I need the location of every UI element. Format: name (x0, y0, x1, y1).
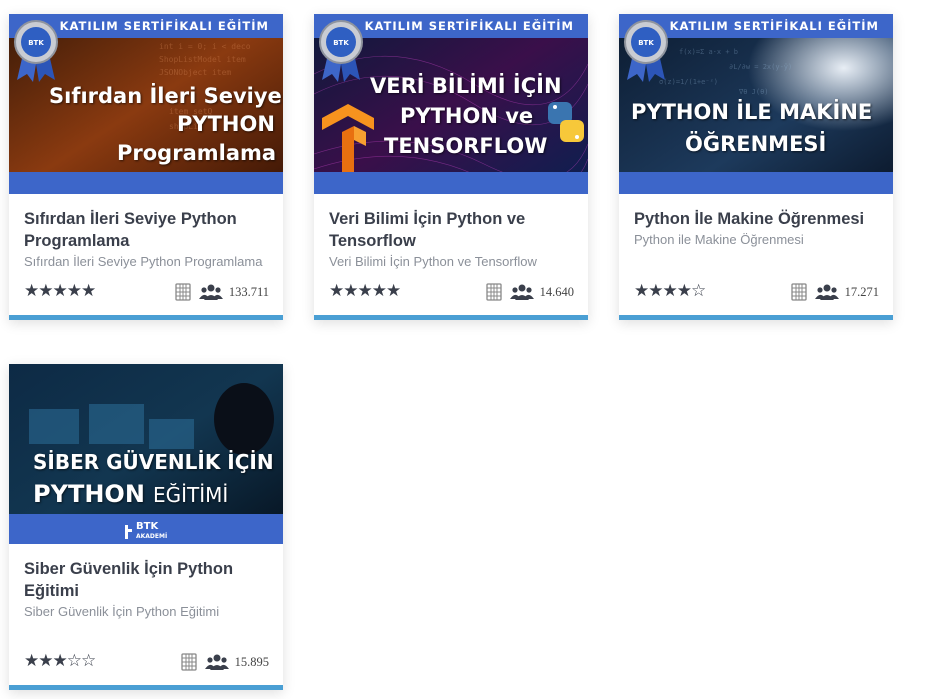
course-card[interactable]: int i = 0; i < deco ShopListModel item J… (9, 14, 283, 320)
svg-text:int i = 0; i < deco: int i = 0; i < deco (159, 42, 251, 51)
thumbnail-line-3: EĞİTİMİ (153, 483, 229, 507)
svg-text:f(x)=Σ a·x + b: f(x)=Σ a·x + b (679, 48, 738, 56)
svg-text:∂L/∂w = 2x(y-ŷ): ∂L/∂w = 2x(y-ŷ) (729, 63, 792, 71)
rating-stars: ★★★★★ (24, 281, 96, 300)
course-card[interactable]: SİBER GÜVENLİK İÇİN PYTHON EĞİTİMİ BTK A… (9, 364, 283, 690)
users-icon (509, 284, 534, 300)
course-card[interactable]: f(x)=Σ a·x + b ∂L/∂w = 2x(y-ŷ) σ(z)=1/(1+… (619, 14, 893, 320)
rating-stars: ★★★★☆ (634, 281, 706, 300)
course-title[interactable]: Sıfırdan İleri Seviye Python Programlama (24, 208, 269, 252)
thumbnail-line-1: Sıfırdan İleri Seviye (49, 84, 282, 108)
course-thumbnail[interactable]: f(x)=Σ a·x + b ∂L/∂w = 2x(y-ŷ) σ(z)=1/(1+… (619, 14, 893, 194)
svg-text:JSONObject item: JSONObject item (159, 68, 231, 77)
certificate-icon (485, 283, 502, 301)
course-subtitle: Veri Bilimi İçin Python ve Tensorflow (329, 254, 537, 269)
participant-count: 15.895 (234, 654, 269, 669)
certificate-icon (180, 653, 197, 671)
award-badge-icon: BTK (319, 20, 363, 82)
thumbnail-line-2: PYTHON ve (400, 104, 534, 128)
rating-stars: ★★★★★ (329, 281, 401, 300)
certificate-icon (175, 283, 191, 301)
svg-text:BTK: BTK (333, 39, 349, 47)
course-thumbnail[interactable]: int i = 0; i < deco ShopListModel item J… (9, 14, 283, 194)
users-icon (204, 654, 229, 670)
course-subtitle: Python ile Makine Öğrenmesi (634, 232, 804, 247)
certificate-icon (790, 283, 807, 301)
award-badge-icon: BTK (14, 20, 58, 82)
users-icon (814, 284, 839, 300)
svg-text:BTK: BTK (28, 39, 44, 47)
participant-count: 133.711 (228, 284, 269, 299)
btk-logo-icon (125, 524, 132, 539)
thumbnail-footer-bar (9, 172, 283, 194)
course-subtitle: Sıfırdan İleri Seviye Python Programlama (24, 254, 263, 269)
course-title[interactable]: Siber Güvenlik İçin Python Eğitimi (24, 558, 269, 602)
logo-subtext: AKADEMİ (136, 533, 168, 540)
course-title[interactable]: Veri Bilimi İçin Python ve Tensorflow (329, 208, 574, 252)
thumbnail-line-1: VERİ BİLİMİ İÇİN (370, 74, 562, 98)
thumbnail-line-3: TENSORFLOW (384, 134, 548, 158)
course-thumbnail[interactable]: KATILIM SERTİFİKALI EĞİTİM BTK VERİ BİLİ… (314, 14, 588, 194)
thumbnail-line-2: PYTHON (33, 480, 145, 508)
thumbnail-line-3: Programlama (117, 141, 277, 165)
thumbnail-footer-bar (619, 172, 893, 194)
btk-logo: BTK AKADEMİ (123, 522, 167, 541)
svg-text:ShopListModel item: ShopListModel item (159, 55, 246, 64)
svg-text:BTK: BTK (638, 39, 654, 47)
course-card[interactable]: KATILIM SERTİFİKALI EĞİTİM BTK VERİ BİLİ… (314, 14, 588, 320)
award-badge-icon: BTK (624, 20, 668, 82)
thumbnail-footer-bar (314, 172, 588, 194)
thumbnail-line-1: PYTHON İLE MAKİNE (631, 100, 873, 124)
course-thumbnail[interactable]: SİBER GÜVENLİK İÇİN PYTHON EĞİTİMİ BTK A… (9, 364, 283, 544)
thumbnail-line-2: ÖĞRENMESİ (685, 132, 827, 156)
thumbnail-line-2: PYTHON (177, 112, 275, 136)
course-title[interactable]: Python İle Makine Öğrenmesi (634, 208, 879, 230)
users-icon (198, 284, 223, 300)
rating-stars: ★★★☆☆ (24, 651, 96, 670)
svg-text:∇θ J(θ): ∇θ J(θ) (738, 88, 769, 96)
course-subtitle: Siber Güvenlik İçin Python Eğitimi (24, 604, 220, 619)
participant-count: 17.271 (844, 284, 879, 299)
participant-count: 14.640 (539, 284, 574, 299)
logo-text: BTK (136, 521, 159, 532)
thumbnail-line-1: SİBER GÜVENLİK İÇİN (33, 450, 274, 474)
